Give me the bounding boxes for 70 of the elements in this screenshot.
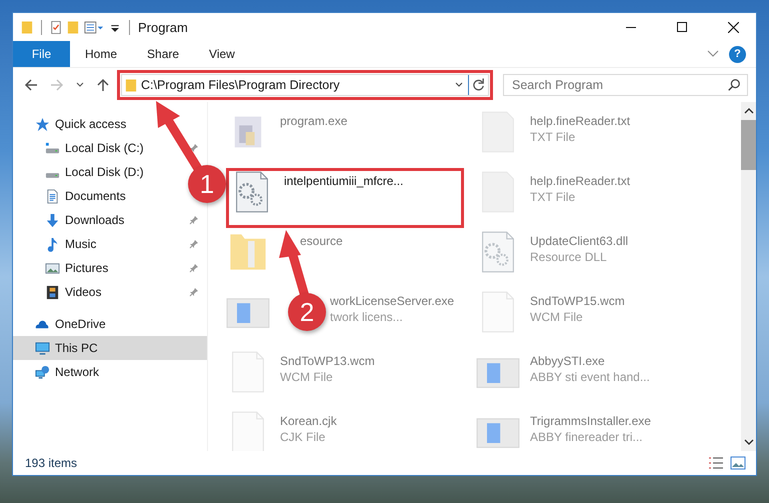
scroll-up-icon[interactable]	[744, 107, 754, 115]
file-name[interactable]: workLicenseServer.exe	[330, 294, 454, 308]
sidebar-item[interactable]: Videos	[45, 282, 102, 302]
drive-icon	[45, 173, 60, 178]
music-note-icon	[45, 236, 60, 252]
file-name[interactable]: SndToWP13.wcm	[280, 354, 375, 368]
file-type: ABBY finereader tri...	[530, 430, 642, 444]
pin-icon[interactable]	[189, 287, 199, 297]
close-icon	[728, 22, 738, 32]
checklist-icon[interactable]	[50, 20, 62, 34]
file-name[interactable]: help.fineReader.txt	[530, 114, 630, 128]
file-name[interactable]: esource	[300, 234, 343, 248]
sidebar-item[interactable]: Local Disk (C:)	[45, 138, 144, 158]
help-button[interactable]: ?	[729, 46, 746, 62]
window-title: Program	[138, 20, 188, 34]
pin-icon[interactable]	[189, 143, 199, 153]
properties-icon[interactable]	[84, 20, 104, 34]
file-type: CJK File	[280, 430, 326, 444]
folder-icon	[125, 78, 137, 92]
file-name[interactable]: SndToWP15.wcm	[530, 294, 625, 308]
file-type: TXT File	[530, 190, 576, 204]
sidebar-item[interactable]: OneDrive	[35, 314, 106, 334]
minimize-icon	[626, 26, 636, 28]
sidebar-item[interactable]: Local Disk (D:)	[45, 162, 144, 182]
large-icons-view-icon[interactable]	[730, 456, 746, 470]
scrollbar[interactable]	[741, 102, 756, 451]
up-arrow-icon[interactable]	[95, 77, 111, 93]
drive-icon	[45, 140, 60, 156]
file-name[interactable]: AbbyySTI.exe	[530, 354, 605, 368]
network-icon	[35, 364, 50, 380]
sidebar-item[interactable]: Music	[45, 234, 96, 254]
monitor-icon	[35, 340, 50, 356]
download-icon	[45, 212, 60, 228]
file-name[interactable]: Korean.cjk	[280, 414, 337, 428]
sidebar-item[interactable]: Downloads	[45, 210, 124, 230]
scroll-down-icon[interactable]	[744, 438, 754, 446]
file-type: TXT File	[530, 130, 576, 144]
sidebar-item[interactable]: Network	[35, 362, 100, 382]
file-name[interactable]: program.exe	[280, 114, 348, 128]
ribbon-tab[interactable]: Share	[132, 41, 194, 67]
ribbon-tab[interactable]: Home	[70, 41, 132, 67]
file-name[interactable]: TrigrammsInstaller.exe	[530, 414, 651, 428]
document-icon	[45, 188, 60, 204]
file-type: Resource DLL	[530, 250, 607, 264]
search-field[interactable]: Search Program	[503, 74, 748, 96]
pin-icon[interactable]	[189, 239, 199, 249]
file-name[interactable]: intelpentiumiii_mfcre...	[284, 174, 404, 188]
file-type: WCM File	[530, 310, 583, 324]
scroll-thumb[interactable]	[741, 120, 756, 170]
sidebar-item[interactable]: Documents	[45, 186, 126, 206]
pin-icon[interactable]	[189, 263, 199, 273]
ribbon-tab[interactable]: View	[194, 41, 250, 67]
sidebar-item[interactable]: Pictures	[45, 258, 108, 278]
sidebar-item[interactable]: This PC	[35, 338, 98, 358]
back-arrow-icon[interactable]	[23, 77, 39, 93]
ribbon-tab[interactable]: File	[13, 41, 70, 67]
file-name[interactable]: help.fineReader.txt	[530, 174, 630, 188]
item-count: 193 items	[25, 456, 78, 470]
file-type: twork licens...	[330, 310, 403, 324]
file-type: ABBY sti event hand...	[530, 370, 650, 384]
search-icon	[727, 78, 741, 92]
film-icon	[45, 284, 60, 300]
maximize-icon	[677, 22, 687, 32]
picture-icon	[45, 260, 60, 276]
details-view-icon[interactable]	[708, 456, 724, 470]
file-name[interactable]: UpdateClient63.dll	[530, 234, 628, 248]
star-icon	[35, 116, 50, 132]
pin-icon[interactable]	[189, 215, 199, 225]
file-type: WCM File	[280, 370, 333, 384]
sidebar-item[interactable]: Quick access	[35, 114, 126, 134]
